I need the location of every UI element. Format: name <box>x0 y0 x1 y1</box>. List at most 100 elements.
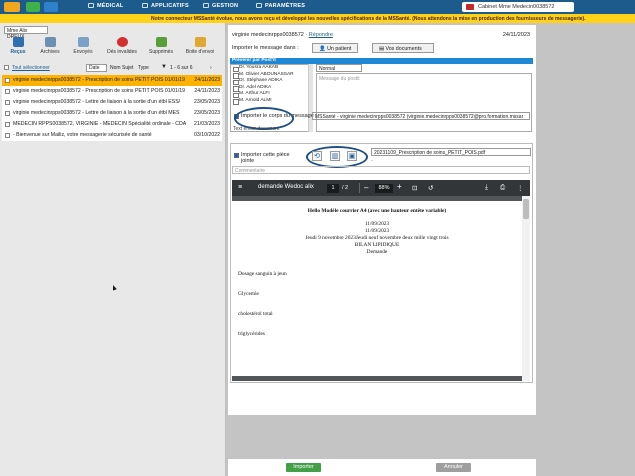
deleted-button[interactable]: Supprimés <box>146 37 176 55</box>
full-text-label: Text entier document <box>233 126 280 132</box>
fit-page-icon[interactable]: ⊡ <box>412 184 417 192</box>
nav-applicatifs[interactable]: APPLICATIFS <box>142 3 189 9</box>
cabinet-icon <box>466 4 474 10</box>
mail-checkbox[interactable] <box>5 133 10 138</box>
col-type[interactable]: Type <box>138 65 149 71</box>
page-input[interactable]: 1 <box>327 183 339 193</box>
mail-date: 23/05/2023 <box>194 110 220 116</box>
apps-grid-button[interactable] <box>44 2 58 12</box>
rotate-icon[interactable]: ↺ <box>428 184 433 192</box>
mail-list-item[interactable]: virginie medecinrpps0038572 - Prescripti… <box>2 75 222 86</box>
reply-link[interactable]: Répondre <box>309 32 333 38</box>
attach-icon[interactable]: ⟲ <box>312 151 322 161</box>
outbox-button[interactable]: Boite d'envoi <box>185 37 215 55</box>
mail-subject: - Bienvenue sur Mailiz, votre messagerie… <box>13 132 152 138</box>
mail-list-item[interactable]: virginie medecinrpps0038572 - Lettre de … <box>2 108 222 119</box>
doctor-item[interactable]: M. Arnold ALMI <box>231 98 309 105</box>
mailbox-select[interactable]: Mme Alix DREUX <box>4 26 48 40</box>
dest-patient-button[interactable]: 👤 Un patient <box>312 43 359 53</box>
more-icon[interactable]: ⋮ <box>517 184 524 192</box>
zoom-out-icon[interactable]: – <box>364 183 368 192</box>
col-nom[interactable]: Nom <box>110 65 121 71</box>
image-icon[interactable]: ▥ <box>330 151 340 161</box>
menu-icon[interactable]: ≡ <box>238 184 242 191</box>
invalid-button[interactable]: Dés invalides <box>107 37 137 55</box>
pdf-item-2: Glycemie <box>238 291 259 297</box>
nav-gestion[interactable]: GESTION <box>203 3 238 9</box>
doctor-item[interactable]: M. Arthur ALFI <box>231 91 309 98</box>
pdf-scroll-thumb[interactable] <box>523 199 529 219</box>
pdf-date-3: Jeudi 9 novembre 2023Jeudi neuf novembre… <box>305 235 449 241</box>
doctor-list-scrollbar[interactable] <box>308 64 313 132</box>
zoom-in-icon[interactable]: + <box>397 182 402 191</box>
zoom-input[interactable]: 88% <box>375 183 393 193</box>
mail-checkbox[interactable] <box>5 100 10 105</box>
dest-docs-button[interactable]: ▤ Vos documents <box>372 43 434 53</box>
pdf-viewport[interactable]: Hello Modèle courrier A4 (avec une haute… <box>232 196 530 381</box>
mail-subject: virginie medecinrpps0038572 - Prescripti… <box>13 77 186 83</box>
archives-button[interactable]: Archives <box>35 37 65 55</box>
pdf-scrollbar[interactable] <box>522 196 530 381</box>
photo-icon[interactable]: ▣ <box>347 151 357 161</box>
import-label: Importer le message dans : <box>232 45 299 51</box>
page-count: / 2 <box>342 185 349 191</box>
mail-list-item[interactable]: virginie medecinrpps0038572 - Lettre de … <box>2 97 222 108</box>
import-button[interactable]: Importer <box>286 463 321 472</box>
attachment-filename[interactable]: 20231109_Prescription de soins_PETIT_POI… <box>371 148 531 156</box>
pdf-heading: Hello Modèle courrier A4 (avec une haute… <box>307 208 447 214</box>
info-banner: Notre connecteur MSSanté évolue, nous av… <box>0 14 635 23</box>
cabinet-selector[interactable]: Cabinet Mme Medecin0038572 <box>462 2 574 12</box>
send-icon <box>77 37 89 47</box>
col-sujet[interactable]: Sujet <box>122 65 133 71</box>
archive-icon <box>44 37 56 47</box>
mail-toolbar: Reçus Archives Envoyés Dés invalides Sup… <box>0 37 226 59</box>
select-all-link[interactable]: Tout sélectionner <box>12 65 50 71</box>
mail-checkbox[interactable] <box>5 89 10 94</box>
cancel-button[interactable]: Annuler <box>436 463 471 472</box>
inbox-button[interactable]: Reçus <box>3 37 33 55</box>
message-header: virginie medecinrpps0038572 · Répondre <box>232 32 333 38</box>
mail-subject: virginie medecinrpps0038572 - Lettre de … <box>13 110 180 116</box>
pdf-page: Hello Modèle courrier A4 (avec une haute… <box>232 201 522 376</box>
mail-list: virginie medecinrpps0038572 - Prescripti… <box>2 75 222 141</box>
mail-checkbox[interactable] <box>5 78 10 83</box>
divider <box>359 183 360 193</box>
import-pj-checkbox[interactable] <box>234 153 239 158</box>
user-icon: 👤 <box>319 45 326 52</box>
invalid-icon <box>116 37 128 47</box>
pdf-date-2: 11/09/2023 <box>364 228 390 234</box>
pdf-item-4: triglycérides <box>238 331 265 337</box>
select-all-checkbox[interactable] <box>4 65 9 70</box>
sent-button[interactable]: Envoyés <box>68 37 98 55</box>
import-pj-label: Importer cette pièce jointe <box>241 152 290 164</box>
inbox-icon <box>12 37 24 47</box>
mail-date: 24/11/2023 <box>194 77 220 83</box>
nav-parametres[interactable]: PARAMÈTRES <box>256 3 305 9</box>
postit-message-input[interactable]: Message du postit <box>316 73 532 132</box>
home-button[interactable] <box>4 2 20 12</box>
mail-checkbox[interactable] <box>5 111 10 116</box>
action-bar: Importer Annuler <box>228 459 536 476</box>
top-navbar: MÉDICAL APPLICATIFS GESTION PARAMÈTRES C… <box>0 0 635 14</box>
doctor-item[interactable]: Dr. Stéphane ADIKA <box>231 78 309 85</box>
mail-list-item[interactable]: MEDECIN RPPS0038572, VIRGINIE - MEDECIN … <box>2 119 222 130</box>
nav-medical[interactable]: MÉDICAL <box>88 3 123 9</box>
doctor-item[interactable]: Dr. Yousra AAKAB <box>231 65 309 72</box>
mail-list-item[interactable]: - Bienvenue sur Mailiz, votre messagerie… <box>2 130 222 141</box>
pdf-toolbar: ≡ demande Wedoc alix 1 / 2 – 88% + ⊡ ↺ ⤓… <box>232 180 530 196</box>
comment-input[interactable]: Commentaire <box>232 166 530 174</box>
filter-icon[interactable]: ▼ <box>161 64 167 70</box>
next-page-icon[interactable]: › <box>210 65 212 71</box>
pdf-item-3: cholestérol total <box>238 311 273 317</box>
mail-subject: virginie medecinrpps0038572 - Lettre de … <box>13 99 181 105</box>
mail-checkbox[interactable] <box>5 122 10 127</box>
download-icon[interactable]: ⤓ <box>485 184 488 192</box>
sort-select[interactable]: Date <box>86 64 107 72</box>
chat-button[interactable] <box>26 2 40 12</box>
mail-subject: MEDECIN RPPS0038572, VIRGINIE - MEDECIN … <box>13 121 187 127</box>
mail-list-item[interactable]: virginie medecinrpps0038572 - Prescripti… <box>2 86 222 97</box>
print-icon[interactable]: ⎙ <box>500 184 505 192</box>
pdf-item-1: Dosage sanguin à jeun <box>238 271 287 277</box>
priority-select[interactable]: Normal <box>316 64 362 72</box>
body-value-field[interactable]: MSSanté - virginie medecinrpps0038572 (v… <box>312 112 530 120</box>
